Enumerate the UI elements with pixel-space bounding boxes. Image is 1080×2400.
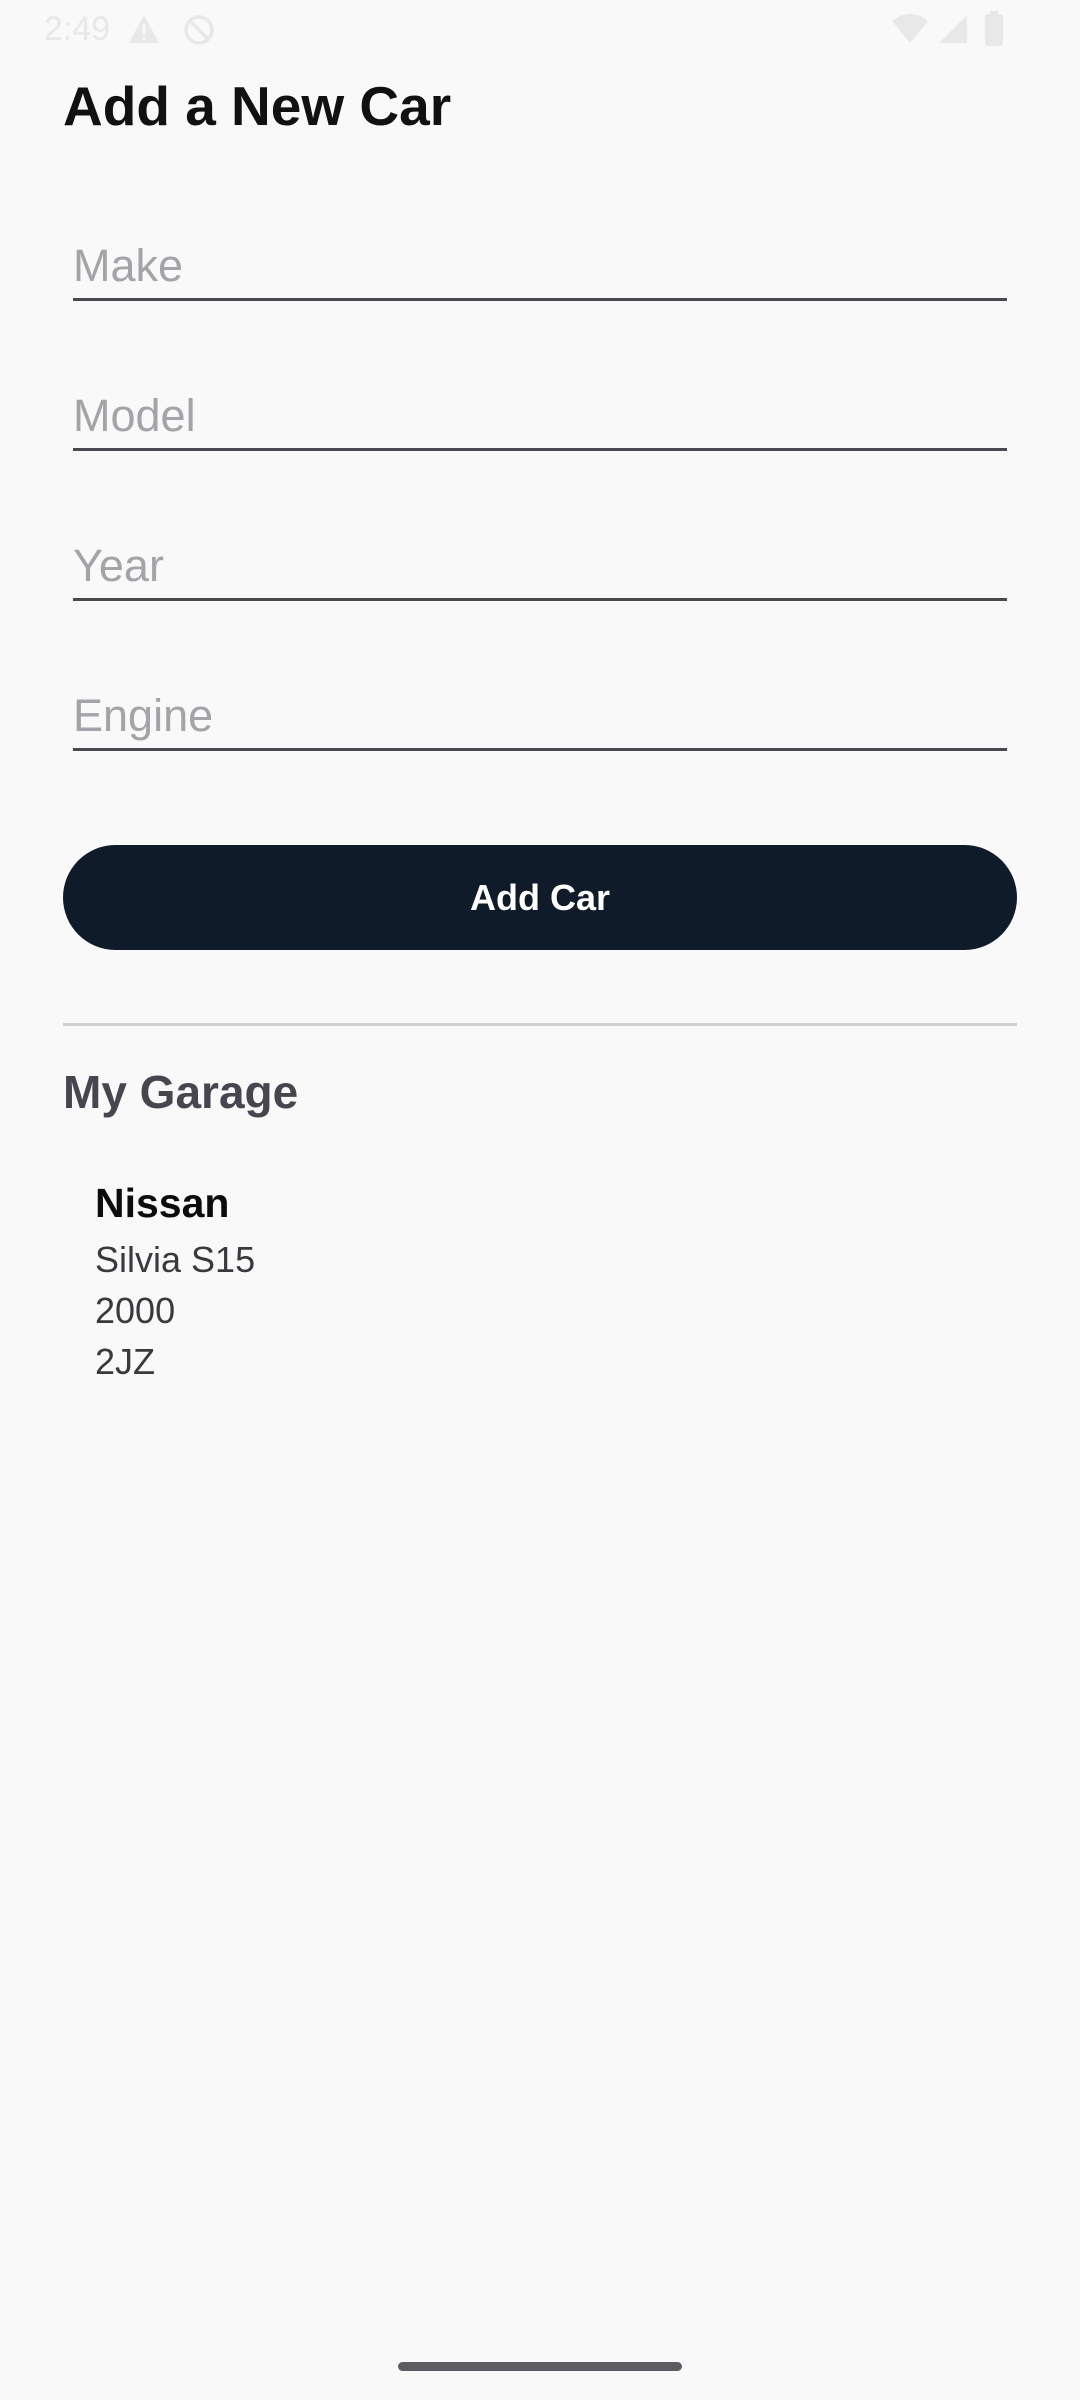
make-field[interactable] bbox=[73, 215, 1007, 301]
car-model: Silvia S15 bbox=[95, 1239, 256, 1280]
garage-title: My Garage bbox=[63, 1066, 299, 1118]
status-bar: 2:49 bbox=[0, 0, 1080, 62]
car-list-item[interactable]: Nissan Silvia S15 2000 2JZ bbox=[95, 1172, 895, 1387]
signal-icon bbox=[938, 14, 968, 49]
car-make: Nissan bbox=[95, 1180, 230, 1226]
warning-icon bbox=[128, 14, 160, 49]
car-year: 2000 bbox=[95, 1290, 176, 1331]
battery-icon bbox=[984, 11, 1004, 52]
divider bbox=[63, 1023, 1017, 1026]
add-car-button[interactable]: Add Car bbox=[63, 845, 1017, 950]
engine-input[interactable] bbox=[73, 690, 1007, 742]
year-input[interactable] bbox=[73, 540, 1007, 592]
model-field[interactable] bbox=[73, 365, 1007, 451]
make-input[interactable] bbox=[73, 240, 1007, 292]
car-engine: 2JZ bbox=[95, 1341, 156, 1382]
status-time: 2:49 bbox=[44, 10, 111, 48]
no-disturb-icon bbox=[183, 14, 215, 51]
page-title: Add a New Car bbox=[63, 75, 452, 137]
model-input[interactable] bbox=[73, 390, 1007, 442]
engine-field[interactable] bbox=[73, 665, 1007, 751]
home-indicator[interactable] bbox=[398, 2362, 682, 2371]
year-field[interactable] bbox=[73, 515, 1007, 601]
wifi-icon bbox=[891, 12, 929, 49]
